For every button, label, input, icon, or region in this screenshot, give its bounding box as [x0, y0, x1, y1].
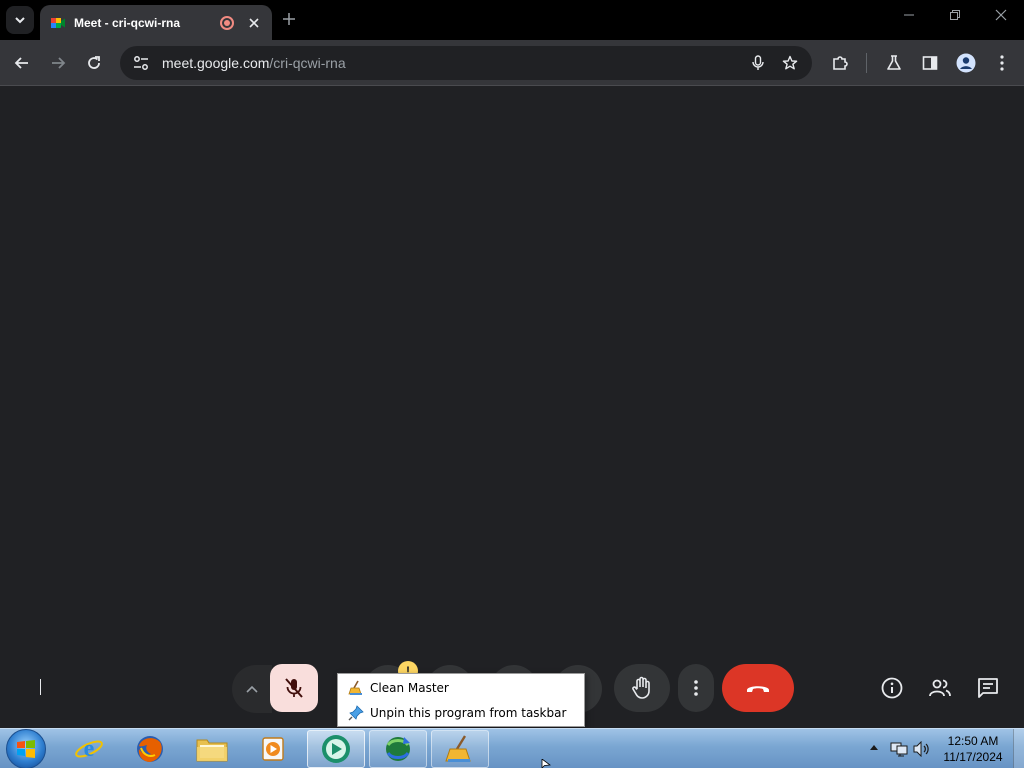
url-text[interactable]: meet.google.com/cri-qcwi-rna: [162, 55, 736, 71]
kebab-menu-icon: [1000, 55, 1004, 71]
chat-button[interactable]: [976, 676, 1000, 700]
broom-icon: [445, 735, 471, 762]
close-icon: [249, 17, 259, 28]
leave-call-button[interactable]: [722, 664, 794, 712]
svg-text:e: e: [84, 736, 95, 762]
microphone-icon: [752, 55, 764, 70]
more-options-button[interactable]: [678, 664, 714, 712]
site-settings-icon[interactable]: [132, 54, 150, 72]
taskbar-media-player[interactable]: [244, 730, 302, 768]
reload-icon: [88, 56, 100, 69]
taskbar-chrome-app[interactable]: [369, 730, 427, 768]
chevron-down-icon: [15, 17, 25, 24]
url-path: /cri-qcwi-rna: [269, 55, 346, 71]
side-panel-button[interactable]: [919, 52, 941, 74]
audio-options-button[interactable]: [232, 665, 272, 713]
extensions-button[interactable]: [829, 52, 851, 74]
meet-shortcut-icon: [322, 735, 350, 763]
hang-up-icon: [747, 686, 769, 692]
hand-icon: [632, 676, 650, 699]
info-icon: [881, 677, 903, 699]
screen: Meet - cri-qcwi-rna meet.google.com/cri-…: [0, 0, 1024, 768]
firefox-icon: [137, 736, 163, 762]
tray-network-button[interactable]: [890, 740, 908, 758]
microphone-permission-button[interactable]: [748, 53, 768, 73]
bookmark-button[interactable]: [780, 53, 800, 73]
side-panel-icon: [922, 56, 938, 70]
tab-close-button[interactable]: [246, 15, 262, 31]
url-host: meet.google.com: [162, 55, 270, 71]
browser-toolbar: meet.google.com/cri-qcwi-rna: [0, 40, 1024, 86]
kebab-menu-icon: [694, 680, 698, 696]
jump-list-item-label: Clean Master: [370, 680, 449, 695]
jump-list-item-unpin[interactable]: Unpin this program from taskbar: [340, 701, 582, 724]
arrow-left-icon: [14, 57, 28, 69]
close-icon: [995, 9, 1007, 21]
internet-explorer-icon: e: [75, 736, 103, 762]
windows-taskbar: e 12:50 AM 11/17/2024: [0, 728, 1024, 768]
toolbar-divider: [866, 53, 867, 73]
tab-search-button[interactable]: [6, 6, 34, 34]
puzzle-icon: [833, 56, 848, 70]
refresh-globe-icon: [386, 737, 410, 761]
taskbar-firefox[interactable]: [121, 730, 179, 768]
tab-meet[interactable]: Meet - cri-qcwi-rna: [40, 5, 272, 40]
microphone-toggle-button[interactable]: [270, 664, 318, 712]
star-icon: [782, 55, 798, 70]
minimize-icon: [904, 14, 914, 16]
restore-icon: [950, 10, 960, 20]
minimize-button[interactable]: [894, 8, 924, 24]
system-clock[interactable]: 12:50 AM 11/17/2024: [934, 733, 1012, 765]
taskbar-clean-master[interactable]: [431, 730, 489, 768]
close-window-button[interactable]: [986, 8, 1016, 24]
flask-icon: [887, 55, 901, 70]
taskbar-internet-explorer[interactable]: e: [60, 730, 118, 768]
people-button[interactable]: [928, 676, 952, 700]
avatar-icon: [956, 53, 976, 73]
text-caret: [40, 679, 41, 695]
plus-icon: [283, 13, 295, 25]
chat-icon: [978, 678, 998, 698]
speaker-icon: [913, 741, 929, 757]
chevron-up-icon: [246, 685, 258, 693]
meet-call-area: !: [0, 87, 1024, 728]
jump-list-item-label: Unpin this program from taskbar: [370, 705, 567, 720]
unpin-icon: [348, 704, 364, 721]
meeting-details-button[interactable]: [880, 676, 904, 700]
raise-hand-button[interactable]: [614, 664, 670, 712]
triangle-up-icon: [870, 745, 878, 750]
browser-tabstrip: Meet - cri-qcwi-rna: [0, 0, 1024, 40]
taskbar-google-meet[interactable]: [307, 730, 365, 768]
network-icon: [890, 742, 908, 757]
clock-date: 11/17/2024: [943, 750, 1003, 764]
tab-title: Meet - cri-qcwi-rna: [74, 15, 181, 30]
mouse-pointer-icon: [541, 759, 551, 768]
recording-indicator-icon: [220, 15, 234, 30]
tray-volume-button[interactable]: [913, 740, 931, 758]
taskbar-file-explorer[interactable]: [183, 730, 241, 768]
clock-time: 12:50 AM: [947, 734, 999, 748]
show-hidden-icons-button[interactable]: [870, 742, 878, 752]
people-icon: [929, 679, 951, 697]
new-tab-button[interactable]: [282, 9, 296, 32]
show-desktop-button[interactable]: [1013, 729, 1024, 768]
taskbar-jump-list: Clean Master Unpin this program from tas…: [337, 673, 585, 727]
google-meet-icon: [51, 17, 65, 28]
address-bar[interactable]: meet.google.com/cri-qcwi-rna: [120, 46, 812, 80]
broom-icon: [348, 680, 364, 696]
forward-button[interactable]: [47, 52, 69, 74]
folder-icon: [196, 739, 228, 762]
chrome-menu-button[interactable]: [991, 52, 1013, 74]
media-player-icon: [262, 737, 284, 761]
arrow-right-icon: [52, 57, 66, 69]
profile-button[interactable]: [955, 52, 977, 74]
back-button[interactable]: [11, 52, 33, 74]
windows-logo-icon: [17, 740, 35, 758]
restore-button[interactable]: [940, 8, 970, 24]
reload-button[interactable]: [83, 52, 105, 74]
labs-button[interactable]: [883, 52, 905, 74]
jump-list-item-clean-master[interactable]: Clean Master: [340, 676, 582, 699]
start-button[interactable]: [6, 729, 46, 768]
microphone-off-icon: [285, 678, 303, 698]
